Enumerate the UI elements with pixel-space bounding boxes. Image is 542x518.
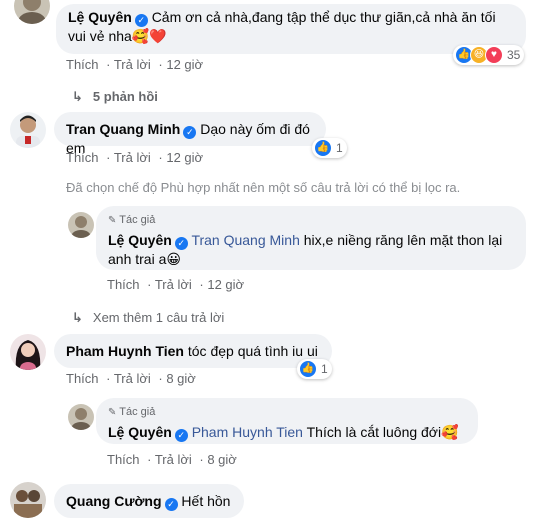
emoji: 🥰❤️ xyxy=(131,28,167,44)
like-link[interactable]: Thích xyxy=(107,452,140,467)
reply-bubble: ✎ Tác giả Lệ Quyên ✓ Tran Quang Minh hix,… xyxy=(96,206,526,270)
comment-author[interactable]: Tran Quang Minh xyxy=(66,121,180,137)
view-more-replies-link[interactable]: ↳ Xem thêm 1 câu trả lời xyxy=(72,310,224,326)
verified-icon: ✓ xyxy=(183,126,197,139)
comment-actions: Thích · Trả lời · 12 giờ xyxy=(66,150,204,165)
avatar[interactable] xyxy=(68,212,94,238)
like-link[interactable]: Thích xyxy=(66,150,99,165)
verified-icon: ✓ xyxy=(174,237,188,250)
emoji: 😀 xyxy=(166,251,181,267)
like-link[interactable]: Thích xyxy=(107,277,140,292)
reply-bubble: ✎ Tác giả Lệ Quyên ✓ Pham Huynh Tien Thíc… xyxy=(96,398,478,444)
pen-icon: ✎ xyxy=(108,407,117,418)
comment-text-cont: vui vẻ nha xyxy=(68,28,132,44)
comment-text: tóc đẹp quá tình iu ui xyxy=(187,343,318,359)
comment-author[interactable]: Quang Cường xyxy=(66,493,162,509)
author-tag-label: Tác giả xyxy=(119,214,156,226)
mention-link[interactable]: Pham Huynh Tien xyxy=(192,424,303,440)
author-tag-label: Tác giả xyxy=(119,406,156,418)
comment-text: Cảm ơn cả nhà,đang tập thể dục thư giãn,… xyxy=(151,9,496,25)
view-more-replies-label: Xem thêm 1 câu trả lời xyxy=(92,310,225,325)
comment-text: Hết hồn xyxy=(181,493,231,509)
comment-text: Thích là cắt luông đới xyxy=(306,424,442,440)
comment-author[interactable]: Pham Huynh Tien xyxy=(66,343,184,359)
reaction-count: 1 xyxy=(336,141,343,155)
comment-author[interactable]: Lệ Quyên xyxy=(108,232,172,248)
author-tag: ✎ Tác giả xyxy=(108,403,466,422)
timestamp[interactable]: 12 giờ xyxy=(207,277,244,292)
comment-author[interactable]: Lệ Quyên xyxy=(108,424,172,440)
comment-text: hix,e niềng răng lên mặt thon lại xyxy=(303,232,503,248)
love-reaction-icon: ♥ xyxy=(485,46,503,64)
comment-actions: Thích · Trả lời · 12 giờ xyxy=(66,57,204,72)
timestamp[interactable]: 12 giờ xyxy=(166,150,203,165)
comment-text-cont: anh trai a xyxy=(108,251,167,267)
reaction-summary[interactable]: 👍 😆 ♥ 35 xyxy=(453,45,525,65)
pen-icon: ✎ xyxy=(108,215,117,226)
like-link[interactable]: Thích xyxy=(66,371,99,386)
reply-link[interactable]: Trả lời xyxy=(155,277,192,292)
avatar[interactable] xyxy=(10,334,46,370)
author-tag: ✎ Tác giả xyxy=(108,211,514,230)
timestamp[interactable]: 8 giờ xyxy=(166,371,196,386)
avatar[interactable] xyxy=(68,404,94,430)
verified-icon: ✓ xyxy=(174,429,188,442)
reply-arrow-icon: ↳ xyxy=(72,89,83,104)
reaction-count: 1 xyxy=(321,362,328,376)
comment-bubble: Pham Huynh Tien tóc đẹp quá tình iu ui xyxy=(54,334,332,368)
reaction-summary[interactable]: 👍 1 xyxy=(312,138,347,158)
comment-actions: Thích · Trả lời · 8 giờ xyxy=(66,371,196,386)
comment-actions: Thích · Trả lời · 12 giờ xyxy=(107,277,245,292)
reply-link[interactable]: Trả lời xyxy=(114,150,151,165)
filter-notice: Đã chọn chế độ Phù hợp nhất nên một số c… xyxy=(66,180,461,195)
view-replies-label: 5 phản hồi xyxy=(92,89,158,104)
timestamp[interactable]: 12 giờ xyxy=(166,57,203,72)
view-replies-link[interactable]: ↳ 5 phản hồi xyxy=(72,89,158,105)
emoji: 🥰 xyxy=(441,424,459,440)
verified-icon: ✓ xyxy=(164,498,178,511)
like-link[interactable]: Thích xyxy=(66,57,99,72)
verified-icon: ✓ xyxy=(134,14,148,27)
avatar[interactable] xyxy=(14,0,50,24)
comment-actions: Thích · Trả lời · 8 giờ xyxy=(107,452,237,467)
avatar[interactable] xyxy=(10,482,46,518)
timestamp[interactable]: 8 giờ xyxy=(207,452,237,467)
avatar[interactable] xyxy=(10,112,46,148)
reply-arrow-icon: ↳ xyxy=(72,310,83,325)
reply-link[interactable]: Trả lời xyxy=(155,452,192,467)
like-reaction-icon: 👍 xyxy=(314,139,332,157)
comment-bubble: Quang Cường ✓ Hết hồn xyxy=(54,484,244,518)
mention-link[interactable]: Tran Quang Minh xyxy=(191,232,299,248)
reply-link[interactable]: Trả lời xyxy=(114,57,151,72)
reaction-summary[interactable]: 👍 1 xyxy=(297,359,332,379)
reaction-count: 35 xyxy=(507,48,521,62)
reply-link[interactable]: Trả lời xyxy=(114,371,151,386)
comment-bubble: Tran Quang Minh ✓ Dạo này ốm đi đó em xyxy=(54,112,326,156)
comment-author[interactable]: Lệ Quyên xyxy=(68,9,132,25)
like-reaction-icon: 👍 xyxy=(299,360,317,378)
